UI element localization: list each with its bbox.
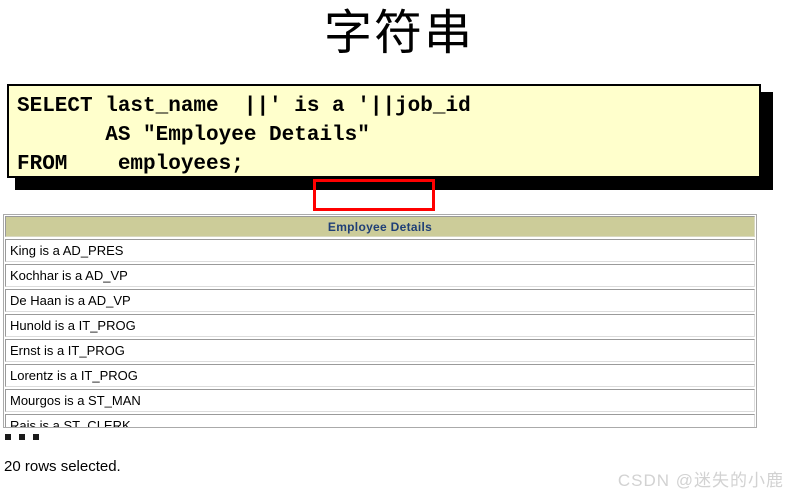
result-row-list: King is a AD_PRES Kochhar is a AD_VP De Ha…: [5, 239, 755, 427]
page-title: 字符串: [323, 7, 474, 60]
table-column-header: Employee Details: [5, 216, 755, 237]
csdn-watermark: CSDN @迷失的小鹿: [617, 471, 784, 490]
ellipsis-dot-2: [19, 434, 25, 440]
table-row: Ernst is a IT_PROG: [5, 339, 755, 362]
ellipsis-dot-3: [33, 434, 39, 440]
table-row: Mourgos is a ST_MAN: [5, 389, 755, 412]
query-result-table: Employee Details King is a AD_PRES Kochha…: [3, 214, 757, 428]
table-row: Lorentz is a IT_PROG: [5, 364, 755, 387]
table-row: De Haan is a AD_VP: [5, 289, 755, 312]
table-row: Rajs is a ST_CLERK: [5, 414, 755, 427]
ellipsis-dot-1: [5, 434, 11, 440]
table-row: Hunold is a IT_PROG: [5, 314, 755, 337]
sql-code-block: SELECT last_name ||' is a '||job_id AS "…: [7, 84, 773, 211]
table-row: Kochhar is a AD_VP: [5, 264, 755, 287]
table-row: King is a AD_PRES: [5, 239, 755, 262]
code-block-body: SELECT last_name ||' is a '||job_id AS "…: [7, 84, 761, 178]
sql-statement-text: SELECT last_name ||' is a '||job_id AS "…: [17, 95, 471, 176]
truncated-rows-ellipsis: [5, 434, 39, 440]
rows-selected-status: 20 rows selected.: [4, 458, 121, 475]
